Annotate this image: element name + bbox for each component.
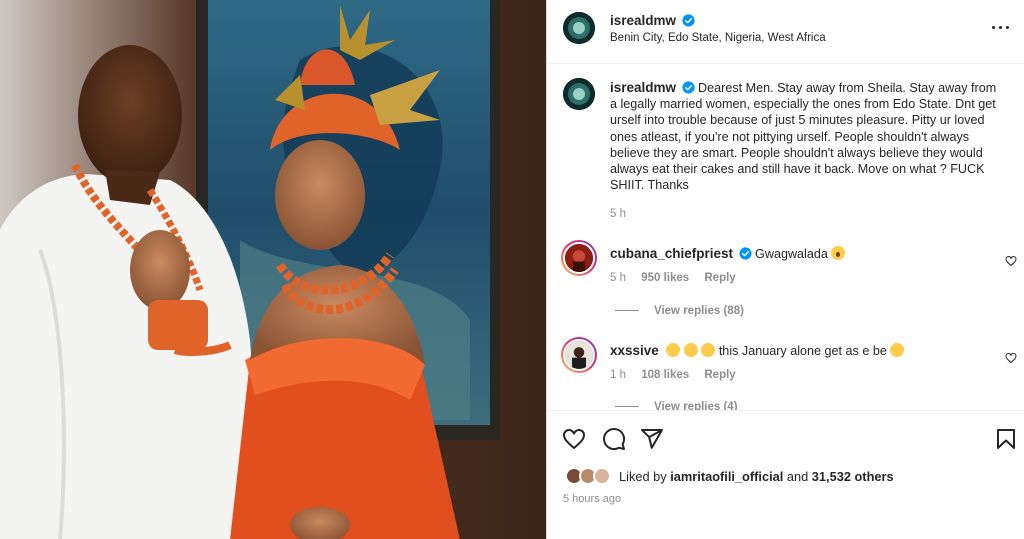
comment-likes[interactable]: 950 likes (641, 272, 689, 284)
comment-row: xxssive this January alone get as e be (610, 343, 905, 358)
caption-body: Dearest Men. Stay away from Sheila. Stay… (610, 81, 997, 193)
post-header: isrealdmw Benin City, Edo State, Nigeria… (547, 0, 1024, 64)
commenter-avatar[interactable] (561, 240, 597, 276)
post-actions: Liked by iamritaofili_official and 31,53… (547, 410, 1024, 539)
liker-username[interactable]: iamritaofili_official (670, 469, 783, 484)
likes-others-count[interactable]: 31,532 others (812, 469, 894, 484)
commenter-avatar[interactable] (561, 337, 597, 373)
caption-username[interactable]: isrealdmw (610, 80, 676, 95)
caption-avatar-image (563, 78, 595, 110)
comment-time: 1 h (610, 369, 626, 381)
commenter-avatar-image (563, 339, 595, 371)
heart-icon[interactable] (562, 427, 586, 451)
verified-badge-icon (681, 81, 695, 94)
crying-laughing-emoji-icon (701, 343, 716, 357)
more-options-icon[interactable] (989, 17, 1013, 37)
view-replies-button[interactable]: View replies (4) (615, 401, 738, 410)
share-icon[interactable] (640, 427, 664, 451)
view-replies-label: View replies (4) (654, 401, 738, 410)
comments-list[interactable]: isrealdmw Dearest Men. Stay away from Sh… (547, 65, 1024, 410)
comment-username[interactable]: cubana_chiefpriest (610, 246, 733, 261)
replies-divider (615, 406, 639, 408)
comment-likes[interactable]: 108 likes (641, 369, 689, 381)
author-avatar[interactable] (563, 12, 595, 44)
couple-photo-image (0, 0, 546, 539)
comment-text: this January alone get as e be (718, 344, 887, 358)
verified-badge-icon (682, 14, 696, 27)
post-photo[interactable] (0, 0, 546, 539)
post-caption: isrealdmw Dearest Men. Stay away from Sh… (610, 80, 1005, 193)
likes-and-label: and (786, 469, 809, 484)
reply-button[interactable]: Reply (704, 272, 735, 284)
reply-button[interactable]: Reply (704, 369, 735, 381)
caption-author-avatar[interactable] (563, 78, 595, 110)
author-username[interactable]: isrealdmw (610, 13, 676, 28)
post-location[interactable]: Benin City, Edo State, Nigeria, West Afr… (610, 32, 826, 44)
view-replies-label: View replies (88) (654, 305, 744, 317)
likes-summary: Liked by iamritaofili_official and 31,53… (619, 469, 894, 484)
like-comment-heart-icon[interactable] (1005, 255, 1017, 267)
comment-time: 5 h (610, 272, 626, 284)
comment-row: cubana_chiefpriest Gwagwalada (610, 246, 846, 261)
post-side-panel: isrealdmw Benin City, Edo State, Nigeria… (546, 0, 1024, 539)
author-name-row: isrealdmw (610, 12, 696, 30)
comment-text: Gwagwalada (755, 247, 828, 261)
comment-icon[interactable] (602, 427, 626, 451)
caption-time: 5 h (610, 208, 626, 220)
comment-meta: 5 h 950 likes Reply (610, 272, 736, 284)
post-timestamp[interactable]: 5 hours ago (563, 493, 621, 505)
replies-divider (615, 310, 639, 312)
view-replies-button[interactable]: View replies (88) (615, 305, 744, 317)
commenter-avatar-image (563, 242, 595, 274)
like-comment-heart-icon[interactable] (1005, 352, 1017, 364)
liked-by-label: Liked by (619, 469, 667, 484)
author-avatar-image (563, 12, 595, 44)
comment-username[interactable]: xxssive (610, 343, 659, 358)
comment-meta: 1 h 108 likes Reply (610, 369, 736, 381)
crying-laughing-emoji-icon (683, 343, 698, 357)
crying-laughing-emoji-icon (666, 343, 681, 357)
verified-badge-icon (738, 247, 752, 260)
crying-laughing-emoji-icon (890, 343, 905, 357)
astonished-emoji-icon (831, 246, 846, 260)
liker-avatar[interactable] (593, 467, 611, 485)
bookmark-icon[interactable] (994, 427, 1018, 451)
